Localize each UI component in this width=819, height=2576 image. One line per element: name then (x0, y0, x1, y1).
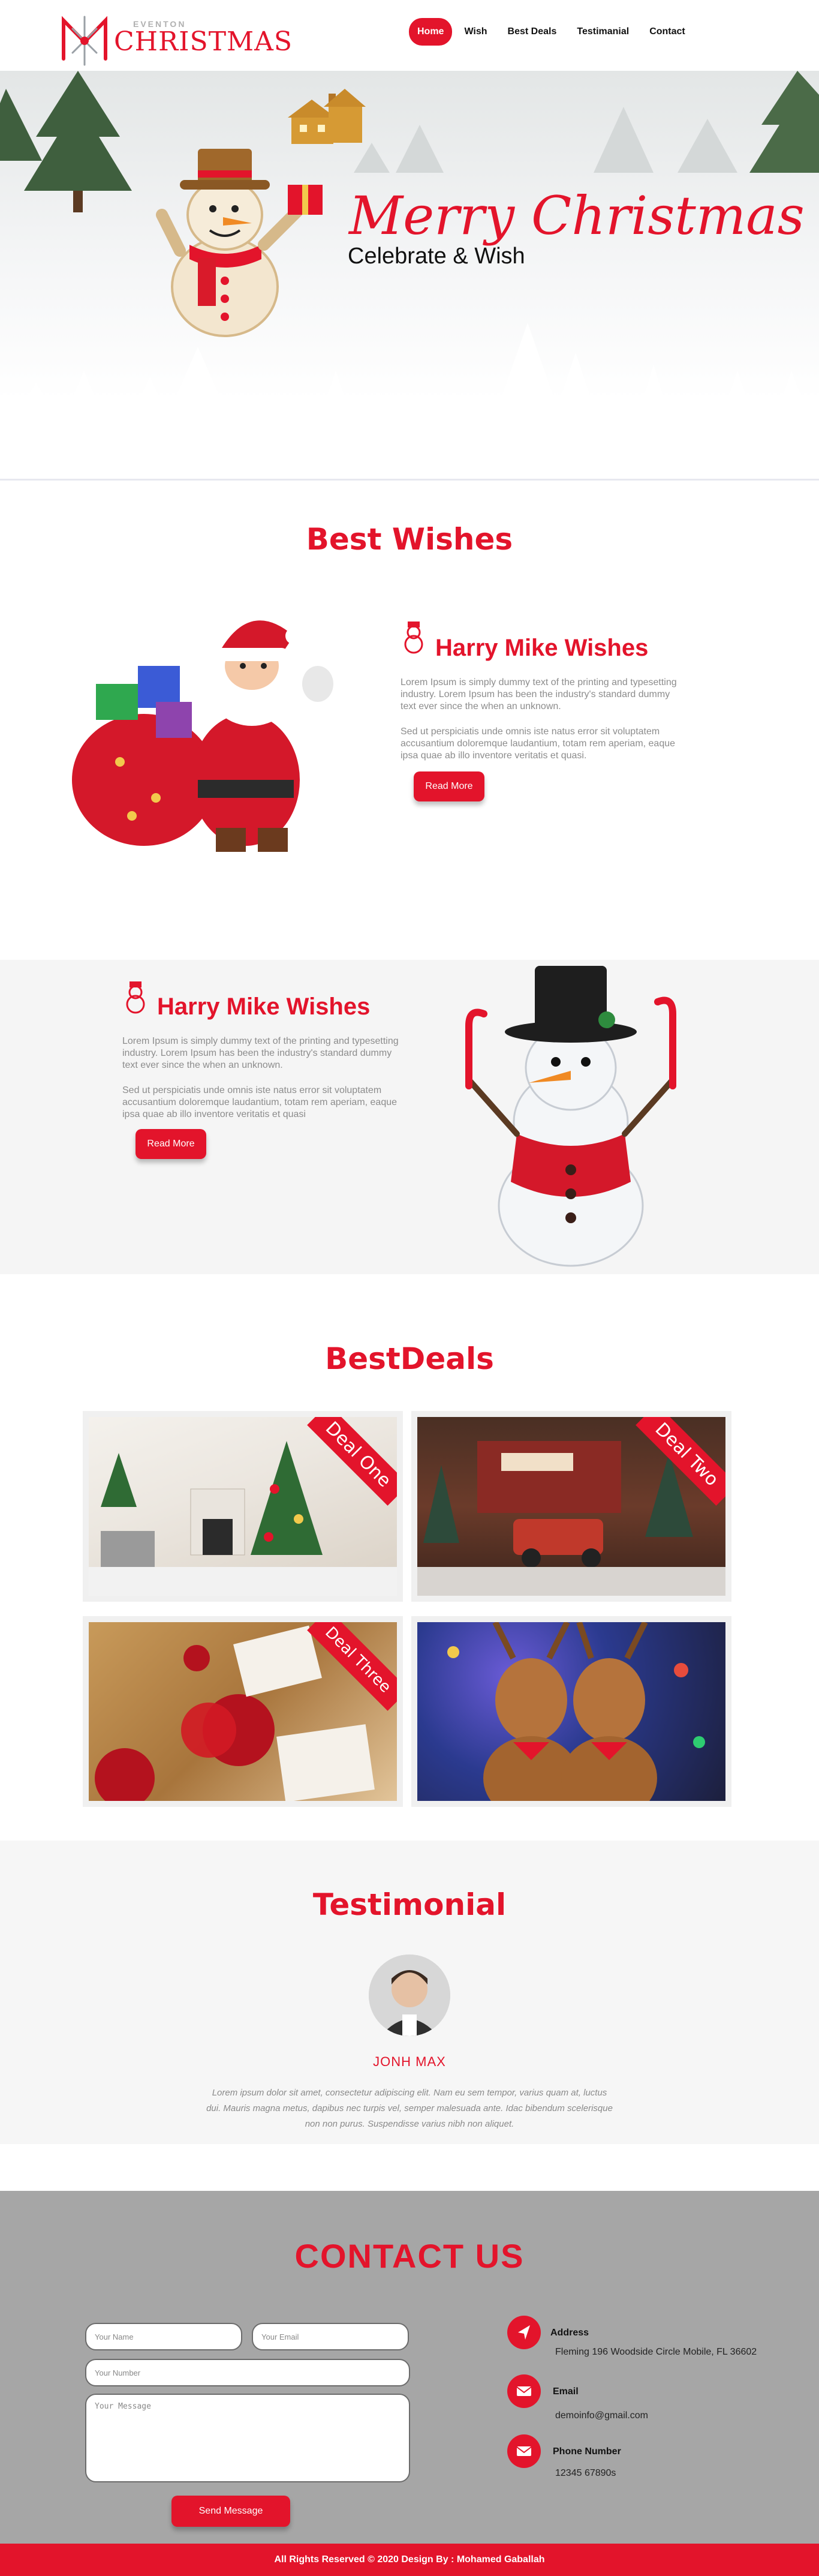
email-label: Email (553, 2386, 579, 2397)
deal-image-1: Deal One (89, 1417, 397, 1596)
email-value[interactable]: demoinfo@gmail.com (555, 2410, 648, 2421)
testimonial-quote: Lorem ipsum dolor sit amet, consectetur … (206, 2088, 613, 2129)
deal-image-4 (417, 1622, 725, 1801)
deal-image-2: Deal Two (417, 1417, 725, 1596)
nav-item-wish[interactable]: Wish (456, 18, 495, 46)
address-icon-circle (507, 2316, 541, 2349)
deal-card-3[interactable]: Deal Three (83, 1616, 403, 1807)
snowman-illustration (465, 966, 676, 1267)
snowman-small-icon (404, 622, 423, 654)
testimonial-title: Testimonial (312, 1887, 507, 1922)
number-input[interactable] (85, 2359, 410, 2386)
phone-value: 12345 67890s (555, 2468, 616, 2478)
nav-item-contact[interactable]: Contact (641, 18, 694, 46)
logo-snowflake-icon (62, 16, 107, 66)
name-input[interactable] (85, 2323, 242, 2350)
wish-paragraph-2a: Lorem Ipsum is simply dummy text of the … (122, 1036, 399, 1070)
hero-snow-scene-illustration (0, 71, 819, 481)
location-arrow-icon (518, 2325, 530, 2340)
send-message-button[interactable]: Send Message (171, 2496, 290, 2527)
hero-title: Merry Christmas (349, 185, 805, 247)
hero-divider (0, 479, 819, 481)
address-value: Fleming 196 Woodside Circle Mobile, FL 3… (555, 2347, 757, 2357)
hero-banner: Merry Christmas Celebrate & Wish (0, 71, 819, 481)
top-navbar: EVENTON CHRISTMAS Home Wish Best Deals T… (0, 0, 819, 71)
phone-label: Phone Number (553, 2446, 621, 2457)
testimonial-name: JONH MAX (373, 2054, 446, 2069)
wish-heading-1: Harry Mike Wishes (435, 635, 649, 661)
deal-card-2[interactable]: Deal Two (411, 1411, 731, 1602)
read-more-button-2[interactable]: Read More (136, 1129, 206, 1159)
envelope-icon (516, 2386, 532, 2396)
read-more-button-1[interactable]: Read More (414, 771, 484, 801)
nav-item-testimonial[interactable]: Testimanial (568, 18, 637, 46)
wish-paragraph-1a: Lorem Ipsum is simply dummy text of the … (401, 677, 677, 711)
deal-card-1[interactable]: Deal One (83, 1411, 403, 1602)
page: EVENTON CHRISTMAS Home Wish Best Deals T… (0, 0, 819, 2576)
nav-item-best-deals[interactable]: Best Deals (499, 18, 565, 46)
deal-card-4[interactable] (411, 1616, 731, 1807)
person-photo-icon (369, 1954, 450, 2036)
wish-heading-2: Harry Mike Wishes (157, 993, 371, 1020)
wish-paragraph-1b: Sed ut perspiciatis unde omnis iste natu… (401, 726, 676, 761)
logo[interactable]: EVENTON CHRISTMAS (58, 12, 292, 66)
avatar (369, 1954, 450, 2036)
wish-paragraph-2b: Sed ut perspiciatis unde omnis iste natu… (122, 1085, 398, 1119)
main-menu: Home Wish Best Deals Testimanial Contact (409, 18, 694, 46)
email-input[interactable] (252, 2323, 409, 2350)
phone-icon-circle (507, 2434, 541, 2468)
hero-subtitle: Celebrate & Wish (348, 244, 525, 269)
best-wishes-title: Best Wishes (306, 522, 513, 557)
contact-title: CONTACT US (294, 2237, 525, 2275)
best-deals-title: BestDeals (325, 1341, 494, 1376)
envelope-icon (516, 2446, 532, 2456)
santa-illustration (72, 620, 333, 852)
address-label: Address (550, 2328, 589, 2338)
reindeer-illustration (447, 1622, 705, 1801)
deal-image-3: Deal Three (89, 1622, 397, 1801)
nav-item-home[interactable]: Home (409, 18, 453, 46)
footer: All Rights Reserved © 2020 Design By : M… (0, 2544, 819, 2576)
snowman-small-icon (126, 981, 145, 1014)
email-icon-circle (507, 2374, 541, 2408)
logo-title: CHRISTMAS (114, 26, 293, 57)
message-textarea[interactable] (85, 2394, 410, 2482)
